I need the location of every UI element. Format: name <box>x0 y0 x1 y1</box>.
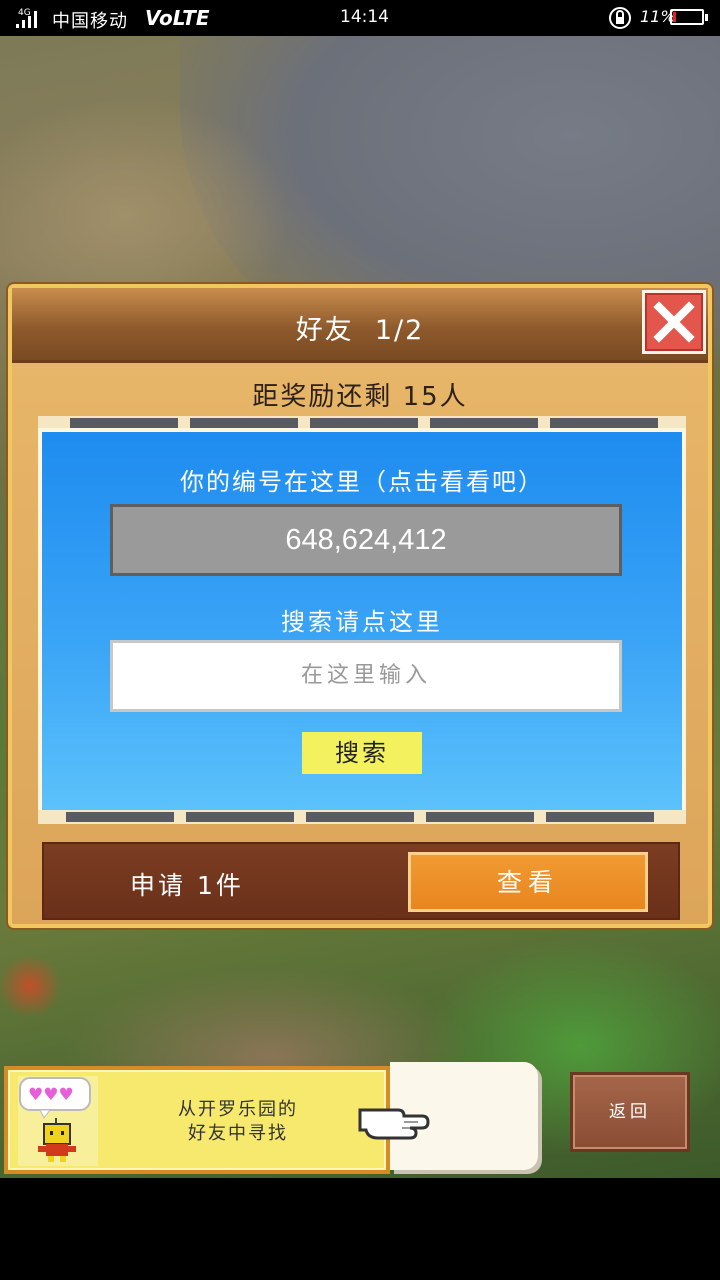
bottom-black-area <box>0 1178 720 1280</box>
request-count-label: 申请 1件 <box>130 871 244 900</box>
back-button[interactable]: 返回 <box>570 1072 690 1152</box>
battery-level-fill <box>673 12 676 22</box>
friend-request-bar: 申请 1件 查看 <box>42 842 680 920</box>
search-input[interactable]: 在这里输入 <box>110 640 622 712</box>
search-button[interactable]: 搜索 <box>302 732 422 774</box>
signal-icon: 4G <box>16 8 37 28</box>
friends-dialog: 好友 1/2 距奖励还剩 15人 你的编号在这里（点击看看吧） 648,624,… <box>8 284 712 928</box>
close-button[interactable] <box>642 290 706 354</box>
building-roof <box>0 956 60 1016</box>
banner-text-line2: 好友中寻找 <box>188 1123 288 1144</box>
bottom-slot-strip <box>38 810 686 824</box>
volte-indicator: VoLTE <box>145 6 210 30</box>
kairobot-avatar-icon: ♥♥♥ <box>18 1076 98 1166</box>
rotation-lock-icon <box>609 7 631 29</box>
view-requests-button[interactable]: 查看 <box>408 852 648 912</box>
carrier-name: 中国移动 <box>52 11 128 32</box>
status-bar: 4G 中国移动 VoLTE 14:14 11% <box>0 0 720 36</box>
reward-remaining-text: 距奖励还剩 15人 <box>252 382 468 412</box>
banner-text: 从开罗乐园的 好友中寻找 <box>118 1098 358 1146</box>
my-id-field[interactable]: 648,624,412 <box>110 504 622 576</box>
svg-text:♥♥♥: ♥♥♥ <box>28 1085 74 1105</box>
kairo-park-friends-banner[interactable]: ♥♥♥ 从开罗乐园的 好友中寻找 <box>4 1066 390 1174</box>
banner-text-line1: 从开罗乐园的 <box>178 1099 298 1120</box>
pointing-hand-icon <box>358 1108 430 1140</box>
clock: 14:14 <box>340 7 389 27</box>
my-id-label: 你的编号在这里（点击看看吧） <box>180 468 544 496</box>
dialog-titlebar: 好友 1/2 <box>12 288 708 363</box>
battery-icon <box>670 9 708 25</box>
close-x-icon <box>653 301 695 343</box>
search-label: 搜索请点这里 <box>281 608 443 636</box>
dialog-title: 好友 1/2 <box>295 315 425 346</box>
friend-code-panel: 你的编号在这里（点击看看吧） 648,624,412 搜索请点这里 在这里输入 … <box>38 428 686 814</box>
